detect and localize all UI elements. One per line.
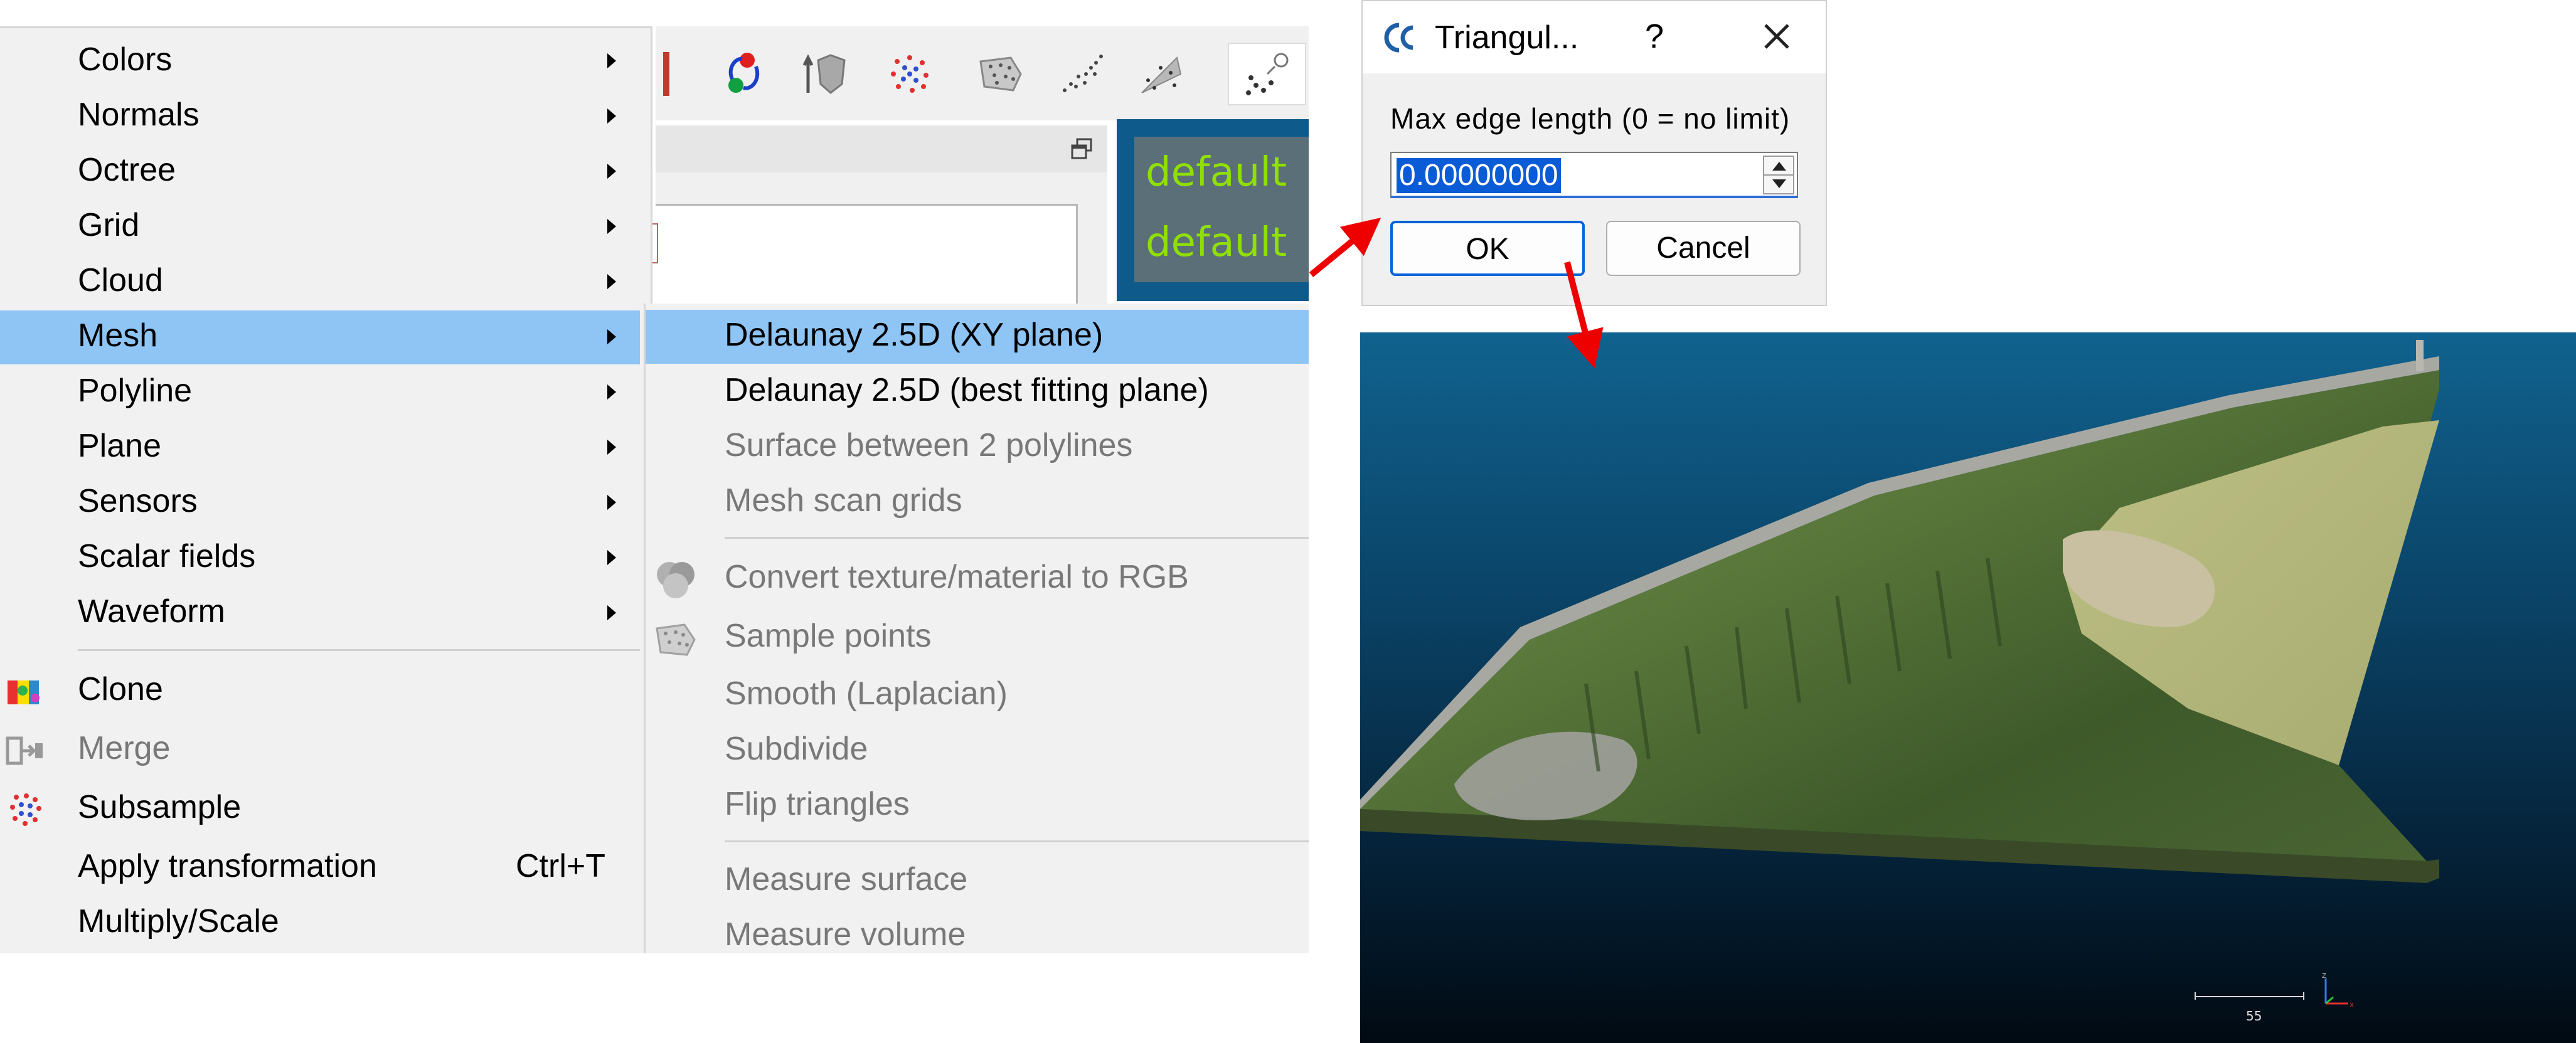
arrow-to-result [1564, 261, 1604, 369]
annotation-arrows [1309, 218, 1604, 369]
arrow-to-dialog [1309, 218, 1381, 277]
